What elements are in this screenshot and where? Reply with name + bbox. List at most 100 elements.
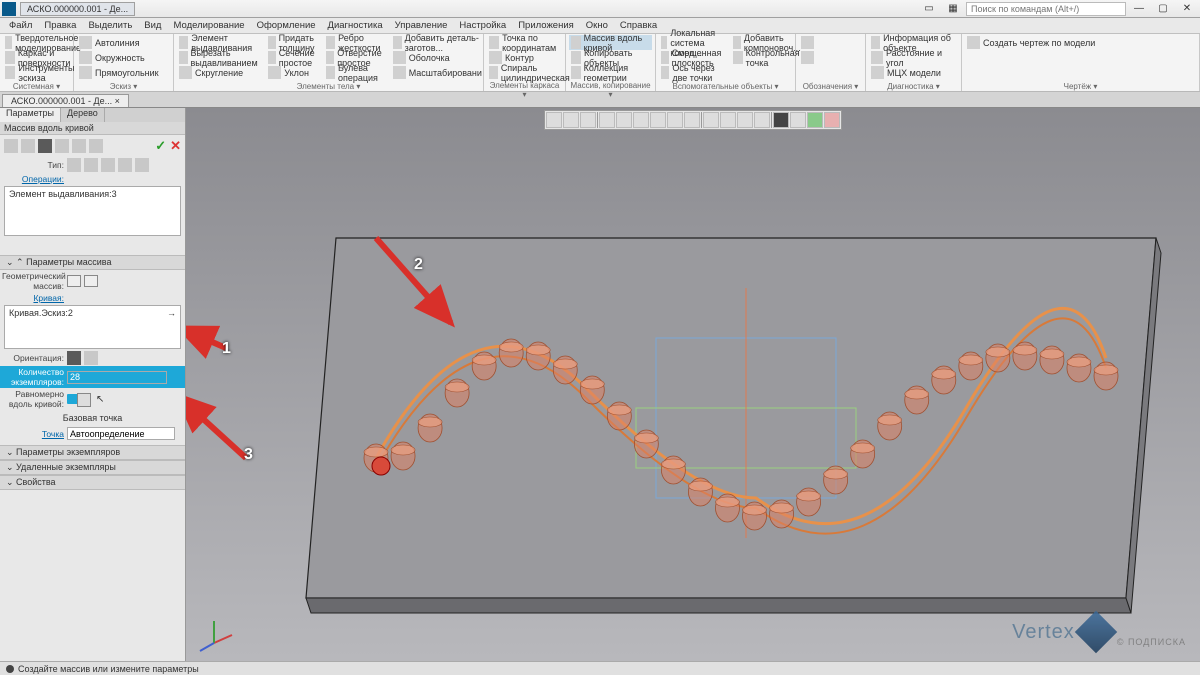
count-input[interactable]	[67, 371, 167, 384]
rb-boolean[interactable]: Булева операция	[324, 65, 388, 80]
curve-item[interactable]: Кривая.Эскиз:2	[9, 308, 73, 318]
geo-array-toggle[interactable]	[67, 275, 81, 287]
operations-list[interactable]: Элемент выдавливания:3	[4, 186, 181, 236]
vp-tool-icon[interactable]	[754, 112, 770, 128]
panel-tool-icon[interactable]	[55, 139, 69, 153]
annotation-number-1: 1	[222, 340, 231, 358]
panel-tool-icon[interactable]	[38, 139, 52, 153]
type-icon[interactable]	[135, 158, 149, 172]
ribbon-group-label: Эскиз ▾	[77, 81, 170, 91]
menu-formatting[interactable]: Оформление	[252, 19, 321, 32]
type-icon[interactable]	[101, 158, 115, 172]
vp-tool-icon[interactable]	[563, 112, 579, 128]
viewport-3d[interactable]: 1 2 3 Vertex © ПОДПИСКА	[186, 108, 1200, 661]
confirm-button[interactable]: ✓	[155, 138, 166, 154]
menu-edit[interactable]: Правка	[39, 19, 81, 32]
axis-gizmo[interactable]	[194, 613, 234, 653]
vp-filter-icon[interactable]	[773, 112, 789, 128]
operations-link[interactable]: Операции:	[2, 174, 64, 184]
rb-section[interactable]: Сечение простое	[266, 50, 322, 65]
close-button[interactable]: ✕	[1176, 2, 1198, 16]
vp-tool-icon[interactable]	[720, 112, 736, 128]
panel-tool-icon[interactable]	[72, 139, 86, 153]
rb-ann-1[interactable]	[799, 35, 816, 50]
rb-scale[interactable]: Масштабировани	[391, 65, 484, 80]
menu-view[interactable]: Вид	[139, 19, 166, 32]
vp-tool-icon[interactable]	[650, 112, 666, 128]
section-pattern-params[interactable]: ⌃ Параметры массива	[0, 255, 185, 270]
curve-link[interactable]: Кривая:	[2, 293, 64, 303]
ribbon-group-label: Диагностика ▾	[869, 81, 958, 91]
vp-cancel-icon[interactable]	[824, 112, 840, 128]
panel-tab-parameters[interactable]: Параметры	[0, 108, 61, 122]
document-tab[interactable]: АСКО.000000.001 - Де... ×	[2, 94, 129, 107]
vp-tool-icon[interactable]	[684, 112, 700, 128]
panel-tool-icon[interactable]	[21, 139, 35, 153]
menu-modeling[interactable]: Моделирование	[168, 19, 249, 32]
orient-option-icon[interactable]	[67, 351, 81, 365]
command-search-input[interactable]	[966, 2, 1126, 16]
menu-settings[interactable]: Настройка	[454, 19, 511, 32]
rb-ann-2[interactable]	[799, 50, 816, 65]
rb-circle[interactable]: Окружность	[77, 50, 161, 65]
vp-tool-icon[interactable]	[790, 112, 806, 128]
curve-list[interactable]: Кривая.Эскиз:2 →	[4, 305, 181, 349]
rb-rectangle[interactable]: Прямоугольник	[77, 65, 161, 80]
ribbon-group-label: Обозначения ▾	[799, 81, 862, 91]
rb-point[interactable]: Точка по координатам	[487, 35, 576, 50]
rb-geom-collection[interactable]: Коллекция геометрии	[569, 65, 652, 80]
vp-tool-icon[interactable]	[616, 112, 632, 128]
menu-apps[interactable]: Приложения	[513, 19, 579, 32]
vp-tool-icon[interactable]	[599, 112, 615, 128]
vp-tool-icon[interactable]	[703, 112, 719, 128]
menu-file[interactable]: Файл	[4, 19, 37, 32]
vp-confirm-icon[interactable]	[807, 112, 823, 128]
window-grid-icon[interactable]: ▦	[942, 2, 964, 16]
rb-autoline[interactable]: Автолиния	[77, 35, 161, 50]
document-title-tab[interactable]: АСКО.000000.001 - Де...	[20, 2, 135, 16]
vp-tool-icon[interactable]	[737, 112, 753, 128]
point-link[interactable]: Точка	[2, 429, 64, 439]
rb-draft[interactable]: Уклон	[266, 65, 322, 80]
maximize-button[interactable]: ▢	[1152, 2, 1174, 16]
rb-fillet[interactable]: Скругление	[177, 65, 264, 80]
rb-distance[interactable]: Расстояние и угол	[869, 50, 958, 65]
rb-helix[interactable]: Спираль цилиндрическая	[487, 65, 576, 80]
rb-cut-extrude[interactable]: Вырезать выдавливанием	[177, 50, 264, 65]
even-toggle[interactable]	[67, 394, 91, 404]
cancel-button[interactable]: ✕	[170, 138, 181, 154]
vp-separator	[771, 112, 772, 128]
type-icon[interactable]	[118, 158, 132, 172]
rb-add-part[interactable]: Добавить деталь-заготов...	[391, 35, 484, 50]
rb-create-drawing[interactable]: Создать чертеж по модели	[965, 35, 1097, 50]
menu-manage[interactable]: Управление	[390, 19, 453, 32]
vp-tool-icon[interactable]	[667, 112, 683, 128]
point-input[interactable]	[67, 427, 175, 440]
menu-help[interactable]: Справка	[615, 19, 662, 32]
menu-window[interactable]: Окно	[581, 19, 613, 32]
vp-tool-icon[interactable]	[546, 112, 562, 128]
menu-select[interactable]: Выделить	[83, 19, 137, 32]
operation-item[interactable]: Элемент выдавливания:3	[9, 189, 117, 199]
menu-diagnostics[interactable]: Диагностика	[323, 19, 388, 32]
section-deleted-instances[interactable]: Удаленные экземпляры	[0, 460, 185, 475]
type-icon[interactable]	[67, 158, 81, 172]
geo-array-toggle[interactable]	[84, 275, 98, 287]
panel-tab-tree[interactable]: Дерево	[61, 108, 105, 122]
ribbon-group-label: Чертёж ▾	[965, 81, 1196, 91]
ribbon-group-label: Элементы каркаса ▾	[487, 80, 562, 99]
rb-shell[interactable]: Оболочка	[391, 50, 484, 65]
section-properties[interactable]: Свойства	[0, 475, 185, 490]
type-icon[interactable]	[84, 158, 98, 172]
panel-tool-icon[interactable]	[89, 139, 103, 153]
section-instance-params[interactable]: Параметры экземпляров	[0, 445, 185, 460]
minimize-button[interactable]: —	[1128, 2, 1150, 16]
rb-axis[interactable]: Ось через две точки	[659, 65, 729, 80]
arrow-icon[interactable]: →	[167, 308, 176, 318]
rb-mass-props[interactable]: МЦХ модели	[869, 65, 958, 80]
orient-option-icon[interactable]	[84, 351, 98, 365]
vp-tool-icon[interactable]	[633, 112, 649, 128]
vp-tool-icon[interactable]	[580, 112, 596, 128]
window-group-icon[interactable]: ▭	[918, 2, 940, 16]
panel-tool-icon[interactable]	[4, 139, 18, 153]
